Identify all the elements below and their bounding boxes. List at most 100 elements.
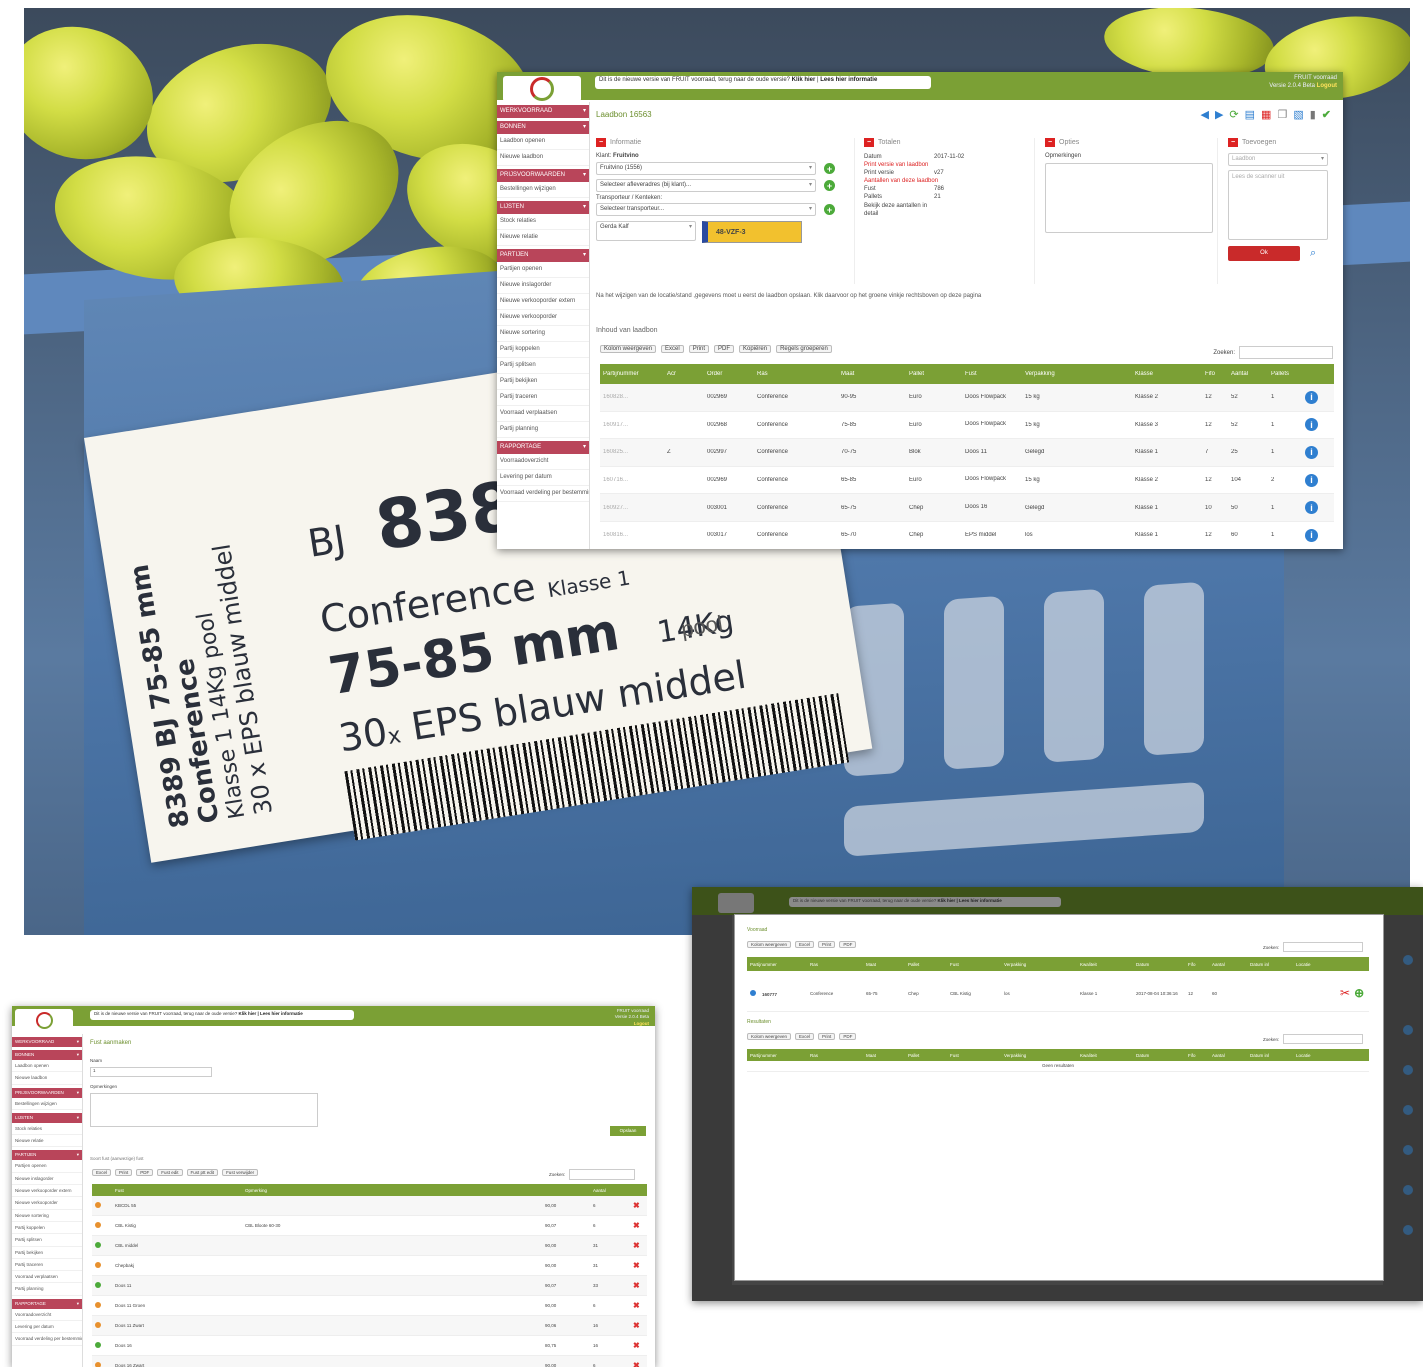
table-row[interactable]: 160825... Z 002997 Conference 70-75 Blok Doos …	[600, 439, 1334, 467]
excel-icon[interactable]: ▧	[1293, 108, 1303, 121]
column-header[interactable]: Acr	[664, 371, 704, 377]
delete-icon[interactable]: ✖	[633, 1241, 640, 1250]
search-icon[interactable]: ⌕	[1310, 247, 1316, 260]
column-header[interactable]: Fifo	[1185, 962, 1209, 967]
delete-icon[interactable]: ✖	[633, 1321, 640, 1330]
menu-item[interactable]: Levering per datum	[497, 470, 589, 486]
info-icon[interactable]: i	[1305, 445, 1318, 459]
menu-item[interactable]: Nieuwe inslagorder	[12, 1173, 82, 1186]
add-klant-icon[interactable]: +	[824, 163, 835, 174]
column-header[interactable]: Maat	[863, 1053, 905, 1058]
info-icon[interactable]: i	[1305, 473, 1318, 487]
menu-section-1[interactable]: BONNEN ▾	[12, 1050, 82, 1060]
column-header[interactable]: Aantal	[1228, 371, 1268, 377]
column-header[interactable]: Ras	[807, 962, 863, 967]
table-button[interactable]: PDF	[714, 345, 735, 353]
table-row[interactable]: 160828... 002969 Conference 90-95 Euro Doos F…	[600, 384, 1334, 412]
table-row[interactable]: CBL Kistig CBL Bloote 60-30 90,07 6 ✖	[92, 1216, 647, 1236]
table-button[interactable]: Excel	[92, 1169, 112, 1176]
table-button[interactable]: PDF	[839, 941, 857, 948]
table-button[interactable]: PDF	[136, 1169, 154, 1176]
menu-item[interactable]: Partij traceren	[497, 390, 589, 406]
refresh-icon[interactable]: ⟳	[1229, 108, 1238, 121]
menu-item[interactable]: Partijen openen	[12, 1160, 82, 1173]
laadbon-input[interactable]: Laadbon	[1228, 153, 1328, 166]
menu-item[interactable]: Stock relaties	[497, 214, 589, 230]
column-header[interactable]: Order	[704, 371, 754, 377]
naam-input[interactable]: 1	[90, 1067, 212, 1077]
menu-item[interactable]: Partij splitsen	[497, 358, 589, 374]
search-input[interactable]	[1239, 346, 1333, 359]
menu-item[interactable]: Nieuwe laadbon	[12, 1072, 82, 1085]
info-icon[interactable]: i	[1305, 501, 1318, 515]
app-logo[interactable]	[15, 1009, 73, 1031]
search-input[interactable]	[1283, 942, 1364, 952]
menu-item[interactable]: Voorraad verplaatsen	[497, 406, 589, 422]
table-button[interactable]: Kolom weergeven	[747, 1033, 792, 1040]
column-header[interactable]: Fust	[112, 1188, 242, 1193]
delete-icon[interactable]: ✖	[633, 1361, 640, 1367]
menu-item[interactable]: Partij bekijken	[497, 374, 589, 390]
menu-section-0[interactable]: WERKVOORRAAD ▾	[12, 1037, 82, 1047]
menu-item[interactable]: Nieuwe verkooporder	[12, 1197, 82, 1210]
menu-section-0[interactable]: WERKVOORRAAD ▾	[497, 105, 589, 118]
kenteken-plate[interactable]: 48-VZF-3	[702, 221, 802, 243]
pdf-icon[interactable]: ▦	[1261, 108, 1271, 121]
table-row[interactable]: Chepbakj 90,00 31 ✖	[92, 1256, 647, 1276]
checkmark-icon[interactable]: ✔	[1322, 108, 1331, 121]
arrow-left-icon[interactable]: ◀	[1200, 108, 1208, 121]
menu-section-1[interactable]: BONNEN ▾	[497, 121, 589, 134]
column-header[interactable]: Fust	[962, 371, 1022, 377]
delete-icon[interactable]: ✖	[633, 1221, 640, 1230]
table-button[interactable]: Fust ptt edit	[186, 1169, 219, 1176]
column-header[interactable]: Partijnummer	[747, 962, 807, 967]
table-row[interactable]: 160816... 003017 Conference 65-70 Chep EPS mi…	[600, 522, 1334, 549]
menu-item[interactable]: Partij bekijken	[12, 1247, 82, 1259]
menu-item[interactable]: Nieuwe verkooporder extern	[12, 1185, 82, 1198]
afleveradres-select[interactable]: Selecteer afleveradres (bij klant)...	[596, 179, 816, 192]
column-header[interactable]: Klasse	[1132, 371, 1202, 377]
copy-icon[interactable]: ❐	[1277, 108, 1287, 121]
collapse-icon[interactable]: −	[1228, 138, 1238, 147]
menu-section-2[interactable]: PRIJSVOORWAARDEN ▾	[497, 169, 589, 182]
delete-icon[interactable]: ✖	[633, 1261, 640, 1270]
transporteur-select[interactable]: Selecteer transporteur...	[596, 203, 816, 216]
column-header[interactable]: Fust	[947, 962, 1001, 967]
add-transporteur-icon[interactable]: +	[824, 204, 835, 215]
table-button[interactable]: Regels groeperen	[776, 345, 832, 353]
column-header[interactable]: Fifo	[1185, 1053, 1209, 1058]
menu-item[interactable]: Nieuwe sortering	[12, 1210, 82, 1222]
table-button[interactable]: Print	[688, 345, 710, 353]
table-button[interactable]: Excel	[795, 1033, 815, 1040]
menu-item[interactable]: Nieuwe inslagorder	[497, 278, 589, 294]
table-row[interactable]: 160716... 002969 Conference 65-85 Euro Doos F…	[600, 467, 1334, 495]
table-row[interactable]: 160777 Conference 65-75 Chep CBL Kistig los Kl…	[747, 975, 1369, 1012]
table-row[interactable]: Doos 11 Zwart 90,06 16 ✖	[92, 1316, 647, 1336]
menu-section-5[interactable]: RAPPORTAGE ▾	[497, 441, 589, 454]
column-header[interactable]: Pallets	[1268, 371, 1302, 377]
ok-button[interactable]: Ok	[1228, 246, 1300, 261]
column-header[interactable]: Kwaliteit	[1077, 962, 1133, 967]
menu-item[interactable]: Partij planning	[12, 1283, 82, 1296]
table-row[interactable]: Doos 11 90,07 33 ✖	[92, 1276, 647, 1296]
table-button[interactable]: Kolom weergeven	[747, 941, 792, 948]
opmerkingen-textarea[interactable]	[1045, 163, 1213, 233]
menu-item[interactable]: Voorraad verdeling per bestemming	[12, 1333, 82, 1346]
menu-item[interactable]: Stock relaties	[12, 1123, 82, 1136]
column-header[interactable]: Partijnummer	[747, 1053, 807, 1058]
table-button[interactable]: Print	[818, 1033, 836, 1040]
menu-item[interactable]: Partij splitsen	[12, 1234, 82, 1247]
table-button[interactable]: Print	[115, 1169, 133, 1176]
menu-item[interactable]: Nieuwe relatie	[12, 1135, 82, 1148]
menu-item[interactable]: Voorraad verdeling per bestemming	[497, 486, 589, 502]
column-header[interactable]: Maat	[838, 371, 906, 377]
menu-section-4[interactable]: PARTIJEN ▾	[12, 1150, 82, 1161]
menu-section-4[interactable]: PARTIJEN ▾	[497, 249, 589, 262]
table-button[interactable]: Fust verwijder	[222, 1169, 259, 1176]
menu-item[interactable]: Bestellingen wijzigen	[12, 1098, 82, 1110]
menu-item[interactable]: Bestellingen wijzigen	[497, 182, 589, 198]
opmerkingen-textarea[interactable]	[90, 1093, 318, 1127]
logout-link[interactable]: Logout	[615, 1021, 649, 1027]
totalen-label[interactable]: Bekijk deze aantallen in detail	[864, 202, 934, 218]
table-button[interactable]: Kolom weergeven	[600, 345, 657, 353]
